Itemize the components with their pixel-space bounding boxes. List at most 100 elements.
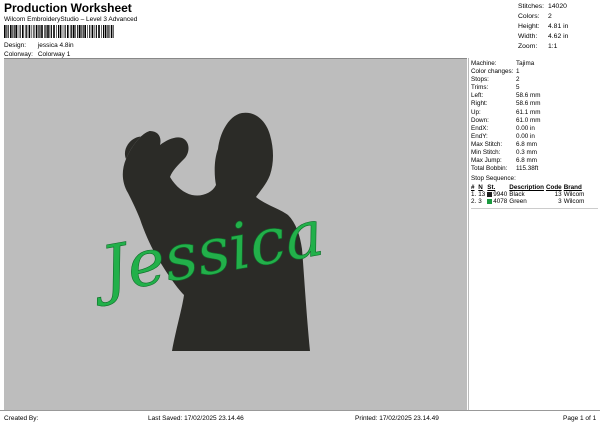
stop-sequence-table: # N St. Description Code Brand 1. 13 994… bbox=[471, 184, 586, 205]
barcode-bar bbox=[62, 25, 64, 38]
design-artwork: Jessica bbox=[85, 112, 329, 351]
info-row: EndX: 0.00 in bbox=[471, 125, 600, 133]
barcode-bar bbox=[89, 25, 91, 38]
summary-label: Colors: bbox=[518, 13, 540, 20]
summary-row: Colors: 2 bbox=[518, 12, 568, 22]
last-saved: Last Saved: 17/02/2025 23.14.46 bbox=[148, 415, 244, 422]
barcode-bar bbox=[59, 25, 62, 38]
barcode-bar bbox=[17, 25, 19, 38]
barcode-bar bbox=[108, 25, 110, 38]
stitch-count: 4078 bbox=[493, 198, 508, 206]
info-row: Min Stitch: 0.3 mm bbox=[471, 149, 600, 157]
divider bbox=[471, 208, 598, 210]
info-label: Right: bbox=[471, 100, 488, 108]
info-label: EndX: bbox=[471, 124, 489, 132]
summary-label: Stitches: bbox=[518, 3, 545, 10]
summary-value: 1:1 bbox=[548, 43, 558, 50]
info-row: EndY: 0.00 in bbox=[471, 133, 600, 141]
info-row: Right: 58.6 mm bbox=[471, 100, 600, 108]
barcode-bar bbox=[69, 25, 71, 38]
barcode-bar bbox=[50, 25, 52, 38]
info-label: Left: bbox=[471, 92, 484, 100]
barcode-bar bbox=[58, 25, 60, 38]
barcode-bar bbox=[22, 25, 24, 38]
table-row: 1. 13 9940 Black 13 Wilcom bbox=[471, 191, 586, 198]
barcode-bar bbox=[7, 25, 9, 38]
stop-needle: 13 bbox=[478, 191, 486, 199]
barcode-bar bbox=[12, 25, 13, 38]
stop-description: Black bbox=[509, 191, 525, 199]
barcode-bar bbox=[24, 25, 26, 38]
barcode-bar bbox=[41, 25, 43, 38]
info-value: 6.8 mm bbox=[516, 157, 537, 165]
barcode-bar bbox=[107, 25, 108, 38]
stop-index: 2. bbox=[471, 198, 477, 206]
summary-label: Zoom: bbox=[518, 43, 538, 50]
summary-row: Zoom: 1:1 bbox=[518, 42, 568, 52]
info-value: Tajima bbox=[516, 60, 535, 67]
barcode-bar bbox=[39, 25, 41, 38]
stop-code: 3 bbox=[558, 198, 562, 206]
stop-sequence-title: Stop Sequence: bbox=[471, 175, 516, 183]
barcode-bar bbox=[31, 25, 33, 38]
summary-row: Height: 4.81 in bbox=[518, 22, 568, 32]
info-value: 2 bbox=[516, 76, 520, 84]
info-label: EndY: bbox=[471, 132, 488, 140]
info-label: Machine: bbox=[471, 60, 497, 67]
info-value: 1 bbox=[516, 68, 520, 76]
design-value: jessica 4.8in bbox=[37, 42, 74, 49]
summary-row: Stitches: 14020 bbox=[518, 2, 568, 12]
summary-value: 4.62 in bbox=[548, 33, 569, 40]
column-header: # bbox=[471, 184, 475, 192]
design-summary: Stitches: 14020 Colors: 2 Height: 4.81 in W… bbox=[518, 2, 568, 52]
barcode-bar bbox=[49, 25, 51, 38]
machine-info: Machine: Tajima Color changes: 1 Stops: 2 T… bbox=[471, 60, 600, 173]
barcode-bar bbox=[103, 25, 105, 38]
info-label: Max Jump: bbox=[471, 157, 502, 165]
info-row: Left: 58.6 mm bbox=[471, 92, 600, 100]
barcode-bar bbox=[93, 25, 95, 38]
barcode-bar bbox=[71, 25, 73, 38]
stop-stitches: 4078 bbox=[487, 198, 509, 205]
stop-brand: Wilcom bbox=[563, 198, 585, 206]
barcode-bar bbox=[67, 25, 69, 38]
table-row: 2. 3 4078 Green 3 Wilcom bbox=[471, 198, 586, 205]
barcode-bar bbox=[82, 25, 84, 38]
info-row: Trims: 5 bbox=[471, 84, 600, 92]
barcode-bar bbox=[28, 25, 31, 38]
summary-value: 14020 bbox=[548, 3, 567, 10]
summary-value: 2 bbox=[548, 13, 552, 20]
barcode-bar bbox=[113, 25, 114, 38]
barcode-bar bbox=[104, 25, 107, 38]
barcode-bar bbox=[44, 25, 45, 38]
info-label: Min Stitch: bbox=[471, 149, 501, 157]
stop-brand: Wilcom bbox=[563, 191, 585, 199]
barcode-bar bbox=[35, 25, 38, 38]
software-subtitle: Wilcom EmbroideryStudio – Level 3 Advanc… bbox=[4, 16, 138, 23]
barcode-bar bbox=[33, 25, 35, 38]
barcode bbox=[4, 25, 114, 38]
page-title: Production Worksheet bbox=[4, 1, 132, 15]
barcode-bar bbox=[26, 25, 28, 38]
info-row: Stops: 2 bbox=[471, 76, 600, 84]
barcode-bar bbox=[47, 25, 49, 38]
stop-stitches: 9940 bbox=[487, 191, 509, 198]
stop-index: 1. bbox=[471, 191, 477, 199]
barcode-bar bbox=[73, 25, 75, 38]
barcode-bar bbox=[10, 25, 12, 38]
colorway-label: Colorway: bbox=[4, 51, 33, 58]
summary-row: Width: 4.62 in bbox=[518, 32, 568, 42]
barcode-bar bbox=[64, 25, 66, 38]
info-value: 0.00 in bbox=[516, 124, 535, 132]
design-preview: Jessica bbox=[4, 58, 467, 411]
colorway-value: Colorway 1 bbox=[37, 51, 71, 58]
info-row: Max Jump: 6.8 mm bbox=[471, 157, 600, 165]
info-row: Up: 61.1 mm bbox=[471, 109, 600, 117]
color-swatch bbox=[487, 199, 493, 205]
barcode-bar bbox=[81, 25, 82, 38]
info-label: Color changes: bbox=[471, 68, 514, 76]
info-value: 5 bbox=[516, 84, 520, 92]
barcode-bar bbox=[13, 25, 15, 38]
info-value: 58.6 mm bbox=[516, 100, 541, 108]
barcode-bar bbox=[95, 25, 97, 38]
